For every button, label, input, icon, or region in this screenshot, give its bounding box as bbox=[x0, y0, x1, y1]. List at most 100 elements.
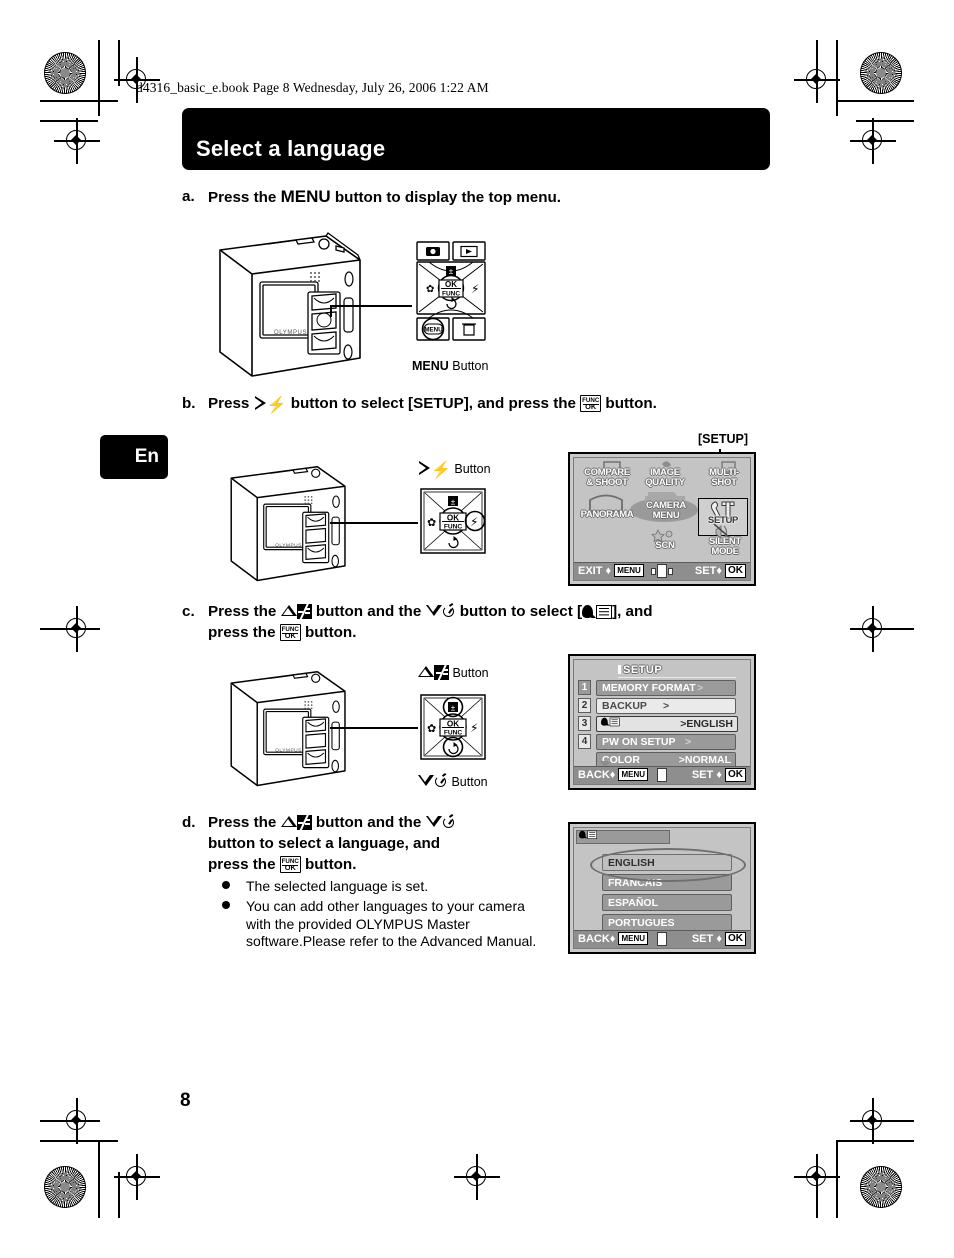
menu-item-panorama[interactable]: PANORAMA bbox=[576, 510, 638, 520]
step-c-text: Press the button and the button to selec… bbox=[208, 602, 653, 641]
svg-text:⚡: ⚡ bbox=[470, 721, 478, 735]
setup-row-pw-on-setup[interactable]: PW ON SETUP > bbox=[596, 734, 736, 750]
ok-func-button-icon: OK FUNC bbox=[580, 395, 602, 412]
crosshair-mark-left-upper bbox=[54, 118, 100, 164]
setup-row-memory-format-arrow: > bbox=[697, 682, 704, 694]
svg-text:✿: ✿ bbox=[427, 516, 436, 529]
dpad-detail-a: OK FUNC ± ✿ ⚡ MENU bbox=[415, 240, 487, 350]
setup-row-number-1: 1 bbox=[578, 680, 591, 695]
starburst-mark-bottom-right bbox=[860, 1166, 902, 1208]
setup-row-language[interactable]: >ENGLISH bbox=[596, 716, 738, 732]
starburst-mark-top-left bbox=[44, 52, 86, 94]
language-option-portugues[interactable]: PORTUGUES bbox=[602, 914, 732, 931]
setup-menu-bottom-bar: BACK♦ MENU SET ♦ OK bbox=[574, 766, 750, 784]
page-title-bar: Select a language bbox=[182, 108, 770, 170]
menu-button-callout: MENU Button bbox=[412, 359, 488, 373]
language-bottom-bar: BACK♦ MENU SET ♦ OK bbox=[574, 930, 750, 948]
crosshair-mark-bottom-right bbox=[794, 1154, 840, 1200]
top-menu-lcd: COMPARE & SHOOT IMAGE QUALITY MULTI- SHOT P… bbox=[568, 452, 756, 586]
language-option-espanol[interactable]: ESPAÑOL bbox=[602, 894, 732, 911]
language-back-hint: BACK♦ MENU bbox=[578, 932, 649, 945]
step-b: b. Press ⚡ button to select [SETUP], and… bbox=[182, 393, 782, 414]
svg-text:±: ± bbox=[451, 704, 456, 713]
ok-key-badge-setup: OK bbox=[725, 768, 746, 782]
camera-back-illustration-a: OLYMPUS bbox=[219, 232, 361, 377]
callout-line-a2 bbox=[330, 305, 332, 317]
svg-text:OLYMPUS: OLYMPUS bbox=[274, 330, 307, 336]
updown-hint-icon bbox=[651, 768, 673, 782]
step-d-text: Press the button and the button to selec… bbox=[208, 812, 522, 875]
top-menu-exit-hint: EXIT ♦ MENU bbox=[578, 564, 644, 577]
page-title: Select a language bbox=[196, 136, 386, 161]
setup-row-backup-arrow: > bbox=[663, 700, 670, 712]
svg-text:✿: ✿ bbox=[426, 284, 434, 295]
menu-button-callout-bold: MENU bbox=[412, 359, 449, 373]
bullet-1-text: The selected language is set. bbox=[246, 878, 429, 894]
svg-text:OK: OK bbox=[447, 720, 459, 729]
right-arrow-icon bbox=[254, 396, 267, 411]
crosshair-mark-right-upper bbox=[850, 118, 896, 164]
step-c: c. Press the button and the button to se… bbox=[182, 601, 792, 643]
setup-menu-back-hint: BACK♦ MENU bbox=[578, 768, 649, 781]
setup-row-memory-format-label: MEMORY FORMAT bbox=[602, 682, 696, 694]
bullet-dot-1 bbox=[222, 881, 230, 889]
language-select-lcd: ENGLISH FRANCAIS ESPAÑOL PORTUGUES BACK♦… bbox=[568, 822, 756, 954]
svg-text:✿: ✿ bbox=[427, 722, 436, 735]
menu-key-badge: MENU bbox=[614, 564, 644, 577]
menu-item-scn[interactable]: SCN bbox=[636, 541, 694, 551]
down-arrow-icon-d bbox=[425, 815, 442, 829]
step-d: d. Press the button and the button to se… bbox=[182, 812, 522, 875]
top-menu-bottom-bar: EXIT ♦ MENU SET♦ OK bbox=[574, 562, 750, 580]
menu-item-camera-menu[interactable]: CAMERA MENU bbox=[636, 501, 696, 521]
self-timer-icon bbox=[442, 602, 456, 618]
callout-line-a bbox=[330, 305, 412, 307]
step-c-letter: c. bbox=[182, 603, 195, 620]
setup-tag-callout: [SETUP] bbox=[698, 432, 748, 446]
ok-key-badge: OK bbox=[725, 564, 746, 578]
svg-text:OLYMPUS: OLYMPUS bbox=[275, 747, 302, 753]
bullet-2: You can add other languages to your came… bbox=[222, 898, 540, 951]
language-icon bbox=[582, 604, 613, 619]
svg-text:±: ± bbox=[451, 498, 456, 507]
up-arrow-icon-callout bbox=[418, 665, 434, 679]
exposure-comp-icon-callout bbox=[434, 665, 449, 680]
language-edge-tab: En bbox=[100, 435, 168, 479]
menu-item-multi-shot[interactable]: MULTI- SHOT bbox=[696, 468, 752, 488]
setup-menu-lcd: SETUP 1 2 3 4 MEMORY FORMAT > BACKUP > >… bbox=[568, 654, 756, 790]
language-screen-header bbox=[576, 830, 670, 844]
setup-row-pw-on-setup-label: PW ON SETUP bbox=[602, 736, 676, 748]
menu-item-image-quality[interactable]: IMAGE QUALITY bbox=[636, 468, 694, 488]
flash-icon: ⚡ bbox=[266, 397, 287, 414]
dpad-hint-icon bbox=[651, 564, 673, 578]
svg-text:OK: OK bbox=[447, 514, 459, 523]
setup-row-number-2: 2 bbox=[578, 698, 591, 713]
svg-text:MENU: MENU bbox=[424, 327, 443, 334]
flash-icon-callout: ⚡ bbox=[431, 462, 451, 479]
svg-text:FUNC: FUNC bbox=[444, 730, 463, 737]
right-arrow-icon-callout bbox=[418, 461, 431, 476]
svg-text:⚡: ⚡ bbox=[470, 515, 478, 529]
up-arrow-icon bbox=[280, 604, 297, 618]
menu-word: MENU bbox=[280, 187, 331, 206]
menu-item-silent-mode[interactable]: SILENT MODE bbox=[696, 537, 754, 557]
menu-item-compare-shoot[interactable]: COMPARE & SHOOT bbox=[578, 468, 636, 488]
setup-row-memory-format[interactable]: MEMORY FORMAT > bbox=[596, 680, 736, 696]
page-number: 8 bbox=[180, 1090, 191, 1111]
crosshair-mark-bottom-center bbox=[454, 1154, 500, 1200]
svg-text:OK: OK bbox=[445, 280, 457, 289]
language-option-espanol-label: ESPAÑOL bbox=[608, 897, 658, 909]
setup-menu-lcd-inner: SETUP 1 2 3 4 MEMORY FORMAT > BACKUP > >… bbox=[573, 659, 751, 785]
bullet-dot-2 bbox=[222, 901, 230, 909]
step-a-letter: a. bbox=[182, 188, 195, 205]
setup-row-language-value: >ENGLISH bbox=[680, 718, 733, 730]
up-ev-button-callout: Button bbox=[418, 665, 489, 680]
step-b-text: Press ⚡ button to select [SETUP], and pr… bbox=[208, 395, 657, 414]
language-select-lcd-inner: ENGLISH FRANCAIS ESPAÑOL PORTUGUES BACK♦… bbox=[573, 827, 751, 949]
menu-item-setup[interactable]: SETUP bbox=[698, 516, 748, 526]
setup-row-backup[interactable]: BACKUP > bbox=[596, 698, 736, 714]
exposure-comp-icon bbox=[296, 604, 312, 619]
step-a: a. Press the MENU button to display the … bbox=[182, 186, 742, 208]
starburst-mark-bottom-left bbox=[44, 1166, 86, 1208]
down-arrow-icon bbox=[425, 604, 442, 618]
top-menu-lcd-inner: COMPARE & SHOOT IMAGE QUALITY MULTI- SHOT P… bbox=[573, 457, 751, 581]
